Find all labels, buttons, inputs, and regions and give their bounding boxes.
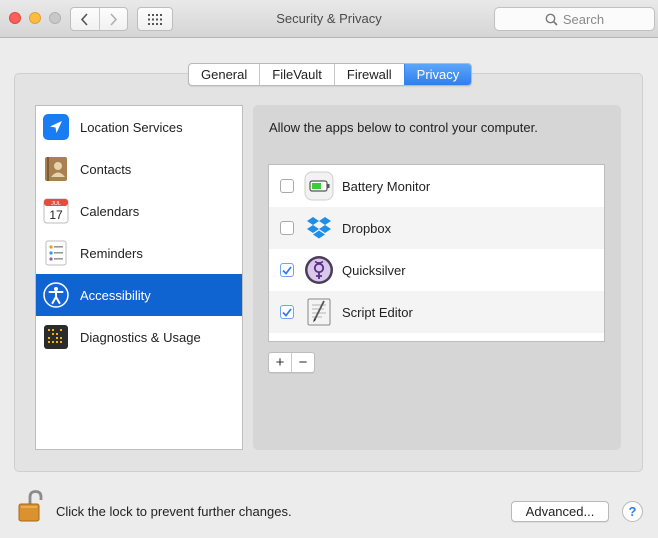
privacy-category-list: Location Services Contacts JUL 17 Calend…	[35, 105, 243, 450]
sidebar-item-label: Location Services	[80, 119, 183, 135]
tab-general[interactable]: General	[189, 64, 259, 85]
add-app-button[interactable]: +	[269, 353, 291, 372]
add-remove-control: + −	[268, 352, 315, 373]
app-name: Battery Monitor	[342, 178, 431, 194]
location-arrow-icon	[43, 114, 69, 140]
battery-icon	[304, 171, 334, 201]
sidebar-item-label: Reminders	[80, 245, 143, 261]
tab-privacy[interactable]: Privacy	[403, 64, 472, 85]
contacts-book-icon	[43, 156, 69, 182]
remove-app-button[interactable]: −	[291, 353, 314, 372]
dropbox-icon	[304, 213, 334, 243]
app-checkbox-script-editor[interactable]	[280, 305, 294, 319]
search-field[interactable]: Search	[494, 7, 655, 31]
app-name: Quicksilver	[342, 262, 406, 278]
app-name: Dropbox	[342, 220, 392, 236]
app-row-quicksilver[interactable]: Quicksilver	[269, 249, 604, 291]
sidebar-item-diagnostics-usage[interactable]: Diagnostics & Usage	[36, 316, 242, 358]
calendar-icon: JUL 17	[43, 198, 69, 224]
title-bar: Security & Privacy Search	[0, 0, 658, 38]
search-icon	[545, 13, 558, 26]
tab-filevault[interactable]: FileVault	[259, 64, 334, 85]
app-checkbox-battery-monitor[interactable]	[280, 179, 294, 193]
app-row-battery-monitor[interactable]: Battery Monitor	[269, 165, 604, 207]
search-placeholder: Search	[562, 11, 605, 27]
sidebar-item-label: Diagnostics & Usage	[80, 329, 201, 345]
checkmark-icon	[282, 307, 292, 317]
app-checkbox-dropbox[interactable]	[280, 221, 294, 235]
help-button[interactable]: ?	[622, 501, 643, 522]
lock-icon[interactable]	[17, 490, 45, 524]
tab-firewall[interactable]: Firewall	[333, 64, 404, 85]
diagnostics-grid-icon	[43, 324, 69, 350]
sidebar-item-reminders[interactable]: Reminders	[36, 232, 242, 274]
sidebar-item-label: Accessibility	[80, 287, 151, 303]
sidebar-item-accessibility[interactable]: Accessibility	[36, 274, 242, 316]
sidebar-item-calendars[interactable]: JUL 17 Calendars	[36, 190, 242, 232]
sidebar-item-contacts[interactable]: Contacts	[36, 148, 242, 190]
reminders-list-icon	[43, 240, 69, 266]
calendar-icon-month: JUL	[51, 201, 61, 207]
app-checkbox-quicksilver[interactable]	[280, 263, 294, 277]
calendar-icon-day: 17	[49, 208, 63, 222]
advanced-button[interactable]: Advanced...	[511, 501, 609, 522]
app-row-script-editor[interactable]: Script Editor	[269, 291, 604, 333]
lock-status-text: Click the lock to prevent further change…	[56, 504, 292, 519]
app-name: Script Editor	[342, 304, 413, 320]
accessibility-person-icon	[43, 282, 69, 308]
tab-bar: General FileVault Firewall Privacy	[188, 63, 473, 86]
sidebar-item-label: Calendars	[80, 203, 140, 219]
sidebar-item-label: Contacts	[80, 161, 132, 177]
instruction-text: Allow the apps below to control your com…	[269, 120, 538, 135]
script-editor-icon	[304, 297, 334, 327]
app-row-dropbox[interactable]: Dropbox	[269, 207, 604, 249]
allowed-apps-list[interactable]: Battery Monitor Dropbox Quicksilver Scri…	[268, 164, 605, 342]
checkmark-icon	[282, 265, 292, 275]
sidebar-item-location-services[interactable]: Location Services	[36, 106, 242, 148]
quicksilver-icon	[304, 255, 334, 285]
